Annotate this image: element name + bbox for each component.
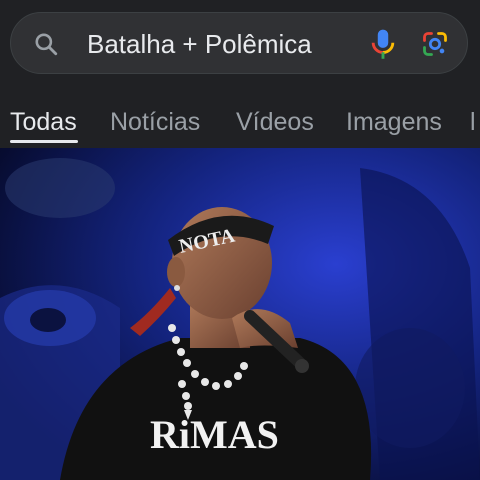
- result-image[interactable]: NOTA RiMAS: [0, 148, 480, 480]
- mural-pupil: [30, 308, 66, 332]
- google-lens-icon[interactable]: [421, 30, 449, 58]
- shirt-print: RiMAS: [150, 412, 279, 457]
- search-query[interactable]: Batalha + Polêmica: [87, 29, 312, 59]
- tab-all[interactable]: Todas: [10, 106, 77, 138]
- search-header: Batalha + Polêmica Todas Notícias Vídeos…: [0, 0, 480, 146]
- search-box[interactable]: Batalha + Polêmica: [10, 12, 468, 74]
- rapper-photo: NOTA RiMAS: [0, 148, 480, 480]
- search-icon[interactable]: [33, 31, 59, 57]
- tab-videos[interactable]: Vídeos: [236, 106, 314, 138]
- tab-images[interactable]: Imagens: [346, 106, 442, 138]
- active-tab-indicator: [10, 140, 78, 143]
- tab-news[interactable]: Notícias: [110, 106, 200, 138]
- tab-more[interactable]: l: [470, 106, 476, 138]
- microphone-icon[interactable]: [367, 27, 399, 61]
- search-tabs: Todas Notícias Vídeos Imagens l: [0, 104, 480, 146]
